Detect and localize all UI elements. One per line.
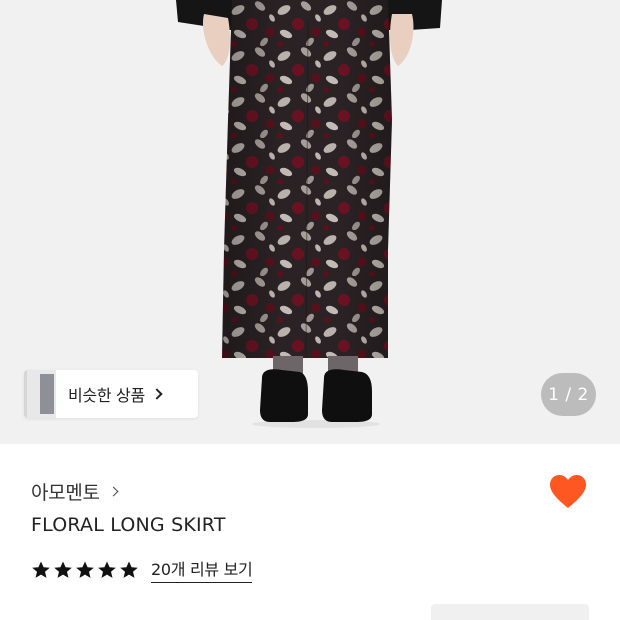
chevron-right-icon: [108, 486, 119, 497]
star-icon: [32, 561, 50, 578]
similar-products-button[interactable]: 비슷한 상품: [24, 370, 198, 418]
coupon-chip[interactable]: ​: [431, 604, 589, 620]
reviews-link[interactable]: 20개 리뷰 보기: [151, 556, 253, 583]
product-info-panel: 아모멘토 FLORAL LONG SKIRT 20개 리뷰 보기 ​ ​: [0, 444, 620, 620]
star-icon: [120, 561, 138, 578]
brand-name: 아모멘토: [31, 482, 100, 504]
star-icon: [76, 561, 94, 578]
similar-product-thumbnail: [24, 370, 56, 418]
star-icon: [98, 561, 116, 578]
chevron-right-icon: [151, 388, 163, 400]
product-image-carousel[interactable]: 비슷한 상품 1 / 2: [0, 0, 620, 444]
product-name: FLORAL LONG SKIRT: [31, 514, 226, 536]
image-pager-indicator: 1 / 2: [541, 373, 596, 416]
star-icon: [54, 561, 72, 578]
left-shoe: [260, 369, 308, 422]
rating-row: 20개 리뷰 보기: [31, 556, 253, 583]
brand-link[interactable]: 아모멘토: [31, 478, 119, 505]
right-shoe: [322, 369, 372, 422]
star-rating: [31, 560, 141, 580]
similar-products-label: 비슷한 상품: [68, 386, 145, 405]
right-hand: [390, 14, 414, 66]
heart-icon[interactable]: [549, 474, 587, 510]
left-hand: [202, 14, 230, 66]
